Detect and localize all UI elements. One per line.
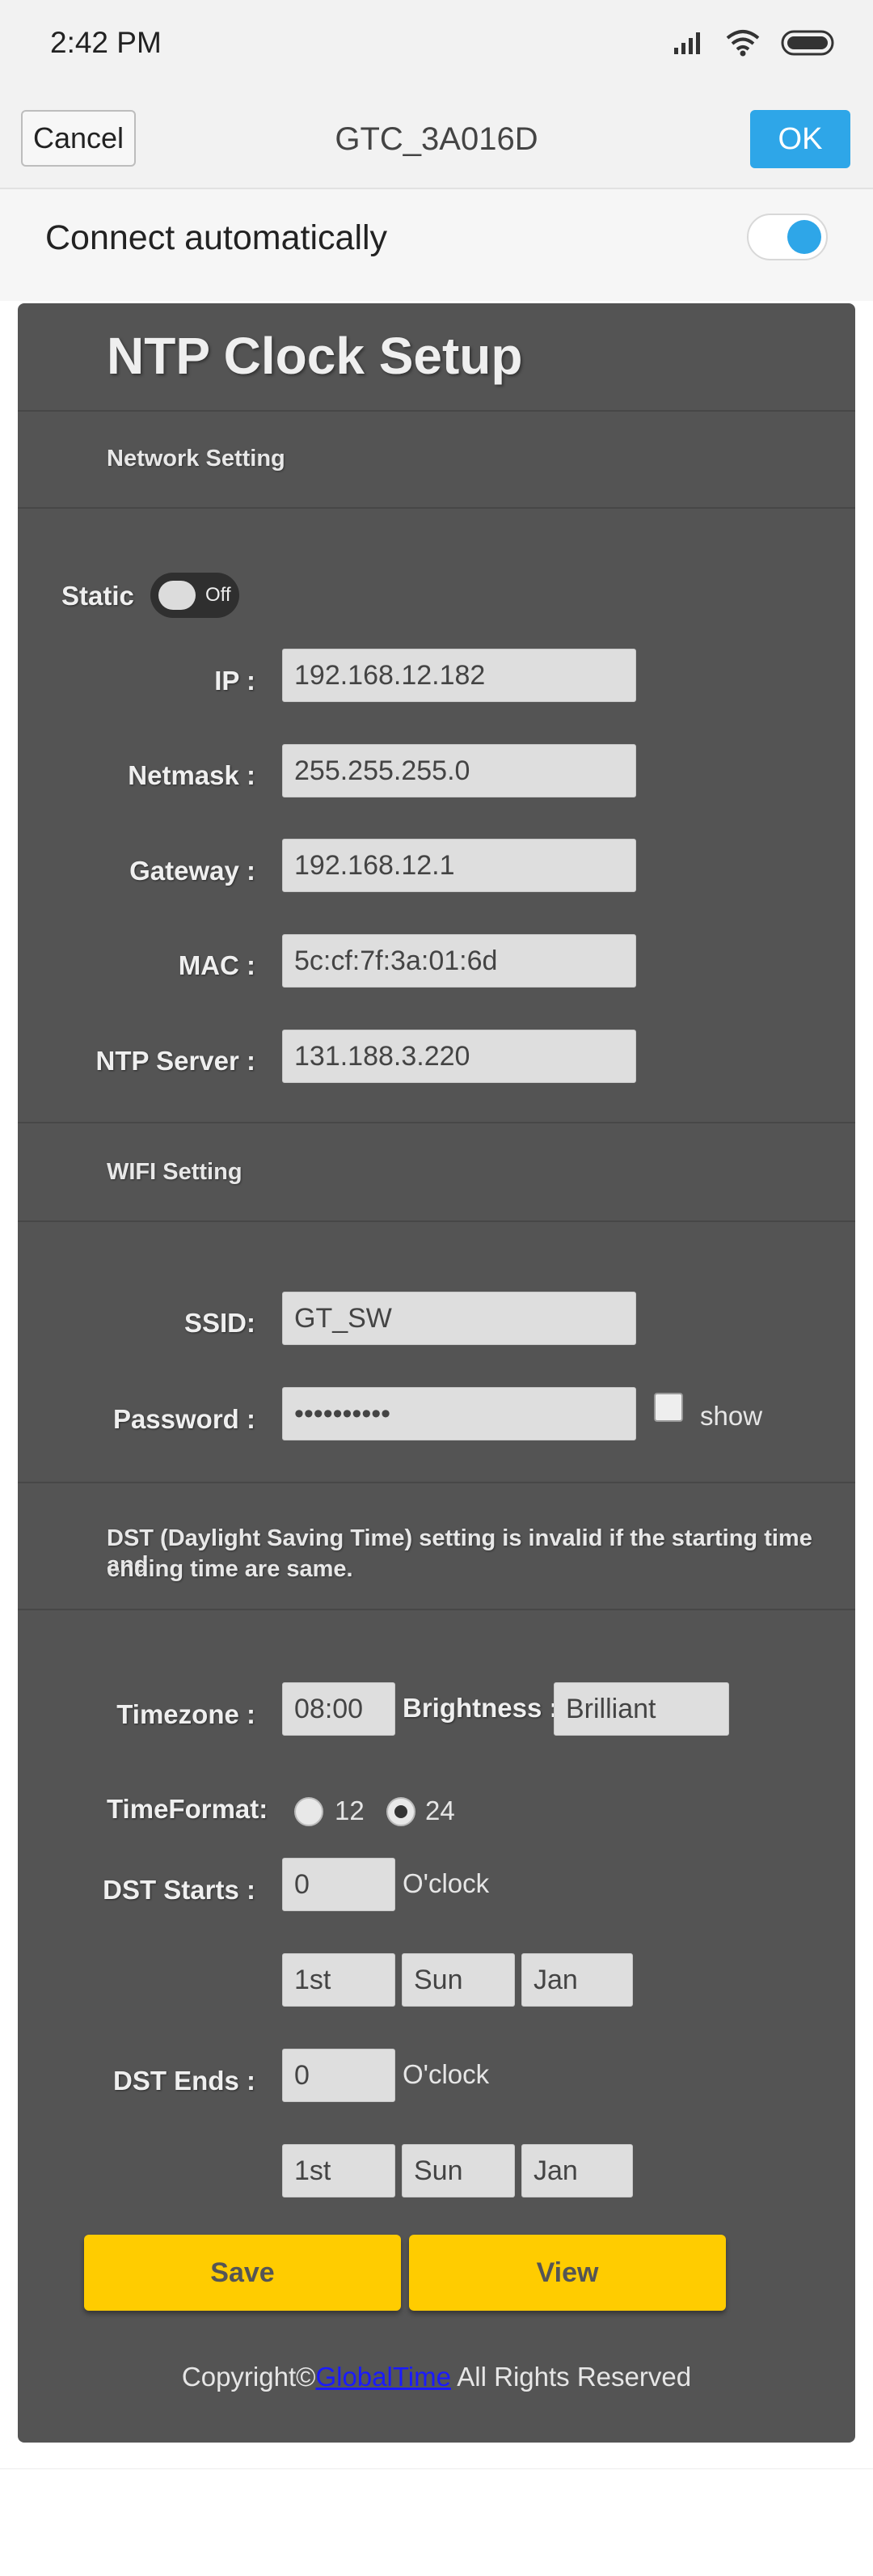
dst-starts-day-select[interactable]: Sun	[402, 1953, 515, 2007]
timeformat-24-radio[interactable]	[386, 1797, 415, 1826]
dst-starts-label: DST Starts :	[103, 1875, 255, 1905]
wifi-section-header: WIFI Setting	[18, 1122, 855, 1222]
setup-panel: NTP Clock Setup Network Setting Static O…	[18, 303, 855, 2443]
mac-field[interactable]: 5c:cf:7f:3a:01:6d	[282, 934, 636, 988]
netmask-field[interactable]: 255.255.255.0	[282, 744, 636, 797]
ok-button[interactable]: OK	[750, 110, 850, 168]
status-time: 2:42 PM	[50, 26, 162, 59]
dst-note-line2: ending time are same.	[107, 1556, 353, 1582]
wifi-icon	[726, 30, 760, 57]
page-title: NTP Clock Setup	[107, 327, 523, 385]
static-label: Static	[61, 581, 134, 611]
copyright-prefix: Copyright©	[181, 2362, 316, 2392]
dst-starts-month-select[interactable]: Jan	[521, 1953, 633, 2007]
title-bar: NTP Clock Setup	[18, 303, 855, 412]
dst-starts-oclock-label: O'clock	[403, 1868, 490, 1898]
dst-starts-week-select[interactable]: 1st	[282, 1953, 395, 2007]
dst-ends-week-select[interactable]: 1st	[282, 2144, 395, 2197]
ssid-field[interactable]: GT_SW	[282, 1292, 636, 1345]
gateway-field[interactable]: 192.168.12.1	[282, 839, 636, 892]
copyright-suffix: All Rights Reserved	[450, 2362, 692, 2392]
timeformat-12-label: 12	[335, 1796, 365, 1825]
dst-ends-label: DST Ends :	[112, 2066, 255, 2096]
static-toggle[interactable]: Off	[150, 573, 239, 618]
dst-starts-hour-field[interactable]: 0	[282, 1858, 395, 1911]
status-bar: 2:42 PM	[0, 0, 873, 89]
toggle-knob	[787, 220, 821, 254]
timeformat-24-label: 24	[425, 1796, 455, 1825]
globaltime-link[interactable]: GlobalTime	[315, 2362, 451, 2392]
ip-field[interactable]: 192.168.12.182	[282, 649, 636, 702]
ip-label: IP :	[214, 666, 255, 696]
ntp-server-field[interactable]: 131.188.3.220	[282, 1030, 636, 1083]
timeformat-label: TimeFormat:	[107, 1794, 268, 1824]
brightness-label: Brightness :	[403, 1693, 559, 1723]
show-password-label: show	[700, 1401, 763, 1431]
timezone-label: Timezone :	[116, 1699, 255, 1729]
timezone-field[interactable]: 08:00	[282, 1682, 395, 1736]
screen: 2:42 PM Cancel GTC_3A016D OK Connect aut…	[0, 0, 873, 2576]
show-password-checkbox[interactable]	[654, 1393, 683, 1422]
ntp-server-label: NTP Server :	[95, 1046, 255, 1076]
password-field[interactable]: ••••••••••	[282, 1387, 636, 1440]
signal-icon	[674, 32, 700, 54]
network-section-title: Network Setting	[107, 446, 285, 472]
auto-connect-row: Connect automatically	[0, 189, 873, 301]
auto-connect-label: Connect automatically	[45, 218, 388, 257]
netmask-label: Netmask :	[128, 760, 255, 790]
battery-icon	[781, 30, 834, 56]
dialog-header: Cancel GTC_3A016D OK	[0, 89, 873, 189]
static-toggle-knob	[158, 581, 196, 610]
bottom-area	[0, 2468, 873, 2576]
dst-ends-month-select[interactable]: Jan	[521, 2144, 633, 2197]
dst-note-header: DST (Daylight Saving Time) setting is in…	[18, 1482, 855, 1610]
dst-ends-oclock-label: O'clock	[403, 2059, 490, 2089]
auto-connect-toggle[interactable]	[747, 214, 828, 260]
timeformat-12-radio[interactable]	[294, 1797, 323, 1826]
network-section-header: Network Setting	[18, 410, 855, 509]
ssid-label: SSID:	[183, 1308, 255, 1338]
wifi-section-title: WIFI Setting	[107, 1159, 242, 1185]
copyright: Copyright©GlobalTime All Rights Reserved	[18, 2362, 855, 2392]
gateway-label: Gateway :	[129, 856, 255, 886]
password-label: Password :	[112, 1404, 255, 1434]
save-button[interactable]: Save	[84, 2235, 401, 2311]
brightness-select[interactable]: Brilliant	[554, 1682, 729, 1736]
static-toggle-state: Off	[205, 584, 231, 606]
dst-ends-hour-field[interactable]: 0	[282, 2049, 395, 2102]
view-button[interactable]: View	[409, 2235, 726, 2311]
status-icons	[673, 29, 837, 57]
mac-label: MAC :	[178, 950, 255, 980]
dst-ends-day-select[interactable]: Sun	[402, 2144, 515, 2197]
network-title: GTC_3A016D	[335, 121, 538, 157]
